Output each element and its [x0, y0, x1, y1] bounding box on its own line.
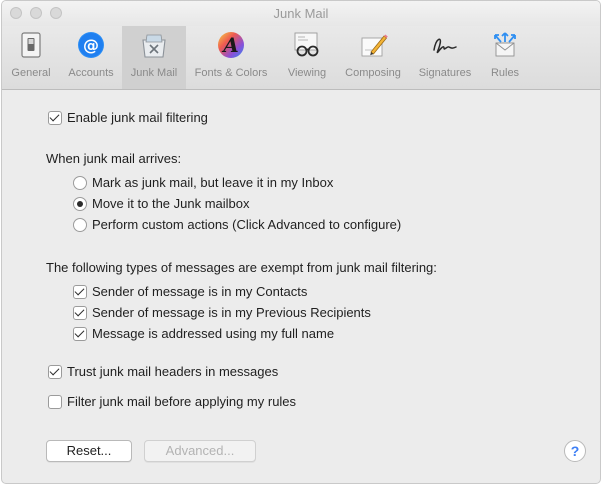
tab-junk-mail[interactable]: Junk Mail: [122, 26, 186, 89]
tab-accounts[interactable]: @ Accounts: [60, 26, 122, 89]
exempt-contacts-checkbox[interactable]: [73, 285, 87, 299]
radio-move-to-junk-label: Move it to the Junk mailbox: [92, 196, 250, 211]
tab-signatures[interactable]: Signatures: [408, 26, 482, 89]
radio-custom-actions-label: Perform custom actions (Click Advanced t…: [92, 217, 402, 232]
radio-move-to-junk[interactable]: [73, 197, 87, 211]
tab-label-viewing: Viewing: [287, 67, 327, 79]
tab-label-general: General: [11, 67, 51, 79]
arrival-heading: When junk mail arrives:: [46, 151, 182, 166]
rules-envelope-icon: [494, 32, 516, 57]
exempt-previous-recipients-label: Sender of message is in my Previous Reci…: [92, 305, 371, 320]
switch-icon: [21, 32, 41, 58]
radio-mark-as-junk[interactable]: [73, 176, 87, 190]
tab-viewing[interactable]: Viewing: [276, 26, 338, 89]
tab-label-rules: Rules: [490, 67, 520, 79]
tab-label-composing: Composing: [345, 67, 401, 79]
svg-text:@: @: [83, 36, 99, 55]
junk-mail-preferences-window: Junk Mail General @ Accounts Junk Mail A…: [1, 0, 601, 484]
at-sign-icon: @: [78, 32, 104, 58]
tab-general[interactable]: General: [2, 26, 60, 89]
exempt-full-name-checkbox[interactable]: [73, 327, 87, 341]
tab-label-fonts-colors: Fonts & Colors: [194, 67, 268, 79]
title-bar: Junk Mail: [2, 1, 600, 26]
filter-before-rules-checkbox[interactable]: [48, 395, 62, 409]
trust-headers-label: Trust junk mail headers in messages: [67, 364, 279, 379]
exempt-previous-recipients-checkbox[interactable]: [73, 306, 87, 320]
advanced-button[interactable]: Advanced...: [144, 440, 256, 462]
preferences-toolbar: General @ Accounts Junk Mail A Fonts & C…: [2, 26, 600, 90]
enable-junk-filtering-checkbox[interactable]: [48, 111, 62, 125]
help-button[interactable]: ?: [564, 440, 586, 462]
radio-custom-actions[interactable]: [73, 218, 87, 232]
exempt-full-name-label: Message is addressed using my full name: [92, 326, 335, 341]
enable-junk-filtering-label: Enable junk mail filtering: [67, 110, 208, 125]
tab-label-accounts: Accounts: [68, 67, 114, 79]
window-title: Junk Mail: [273, 6, 329, 21]
reset-button[interactable]: Reset...: [46, 440, 132, 462]
signature-icon: [433, 38, 457, 54]
exempt-contacts-label: Sender of message is in my Contacts: [92, 284, 308, 299]
pencil-paper-icon: [361, 34, 388, 57]
tab-label-signatures: Signatures: [418, 67, 472, 79]
svg-text:A: A: [221, 33, 239, 57]
filter-before-rules-label: Filter junk mail before applying my rule…: [67, 394, 297, 409]
radio-mark-as-junk-label: Mark as junk mail, but leave it in my In…: [92, 175, 334, 190]
junk-mail-tray-icon: [142, 34, 166, 58]
exempt-heading: The following types of messages are exem…: [46, 260, 437, 275]
tab-rules[interactable]: Rules: [482, 26, 528, 89]
tab-composing[interactable]: Composing: [338, 26, 408, 89]
tab-label-junk-mail: Junk Mail: [130, 67, 178, 79]
fonts-colors-icon: A: [218, 32, 244, 58]
trust-headers-checkbox[interactable]: [48, 365, 62, 379]
glasses-icon: [294, 32, 319, 57]
tab-fonts-colors[interactable]: A Fonts & Colors: [186, 26, 276, 89]
